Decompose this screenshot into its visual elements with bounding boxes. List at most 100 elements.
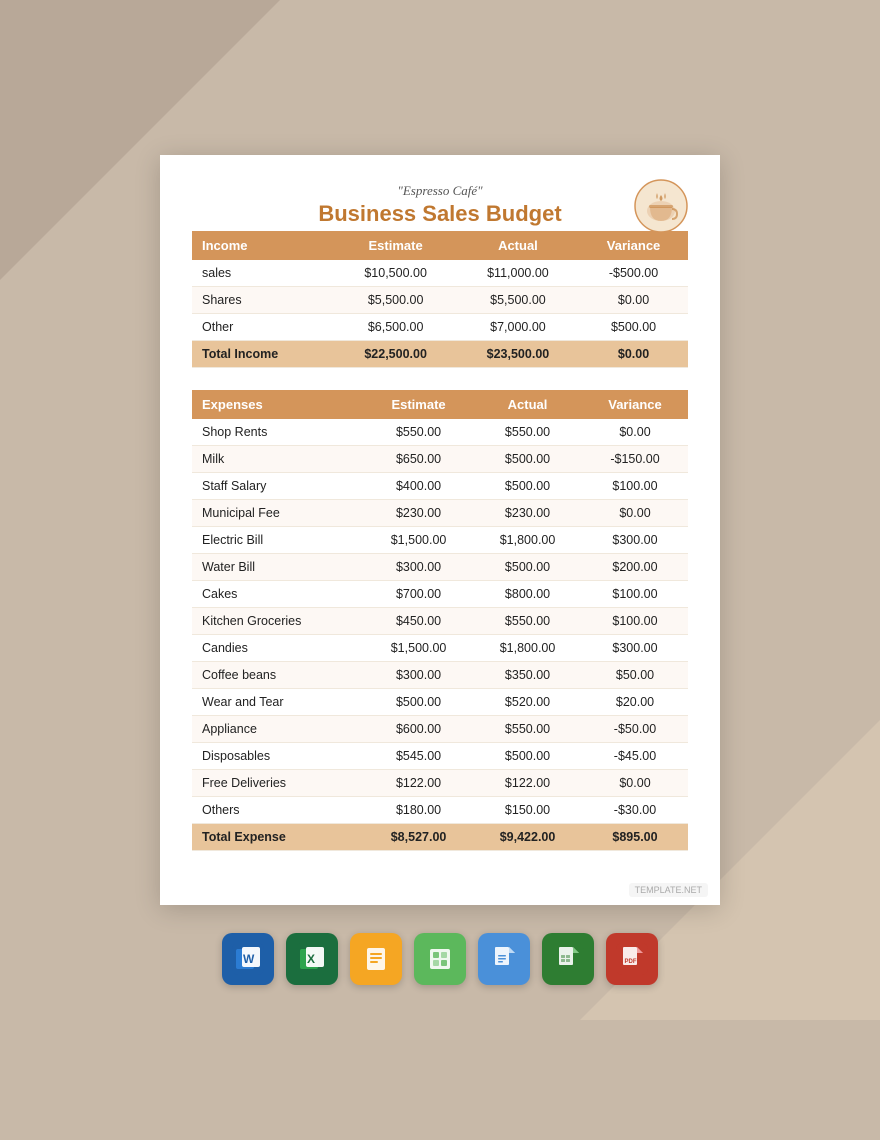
- expense-cell: $100.00: [582, 473, 688, 500]
- income-cell: -$500.00: [579, 260, 688, 287]
- expense-row: Appliance$600.00$550.00-$50.00: [192, 716, 688, 743]
- coffee-logo-icon: [634, 179, 688, 233]
- pages-icon[interactable]: [350, 933, 402, 985]
- income-cell: $6,500.00: [334, 314, 456, 341]
- expense-cell: $230.00: [364, 500, 473, 527]
- expense-cell: Candies: [192, 635, 364, 662]
- gsheets-icon-svg: [552, 943, 584, 975]
- expense-row: Cakes$700.00$800.00$100.00: [192, 581, 688, 608]
- svg-text:W: W: [243, 952, 255, 966]
- income-col-variance: Variance: [579, 231, 688, 260]
- pdf-icon[interactable]: PDF: [606, 933, 658, 985]
- income-row: sales$10,500.00$11,000.00-$500.00: [192, 260, 688, 287]
- income-total-cell: Total Income: [192, 341, 334, 368]
- expense-row: Coffee beans$300.00$350.00$50.00: [192, 662, 688, 689]
- gdocs-icon[interactable]: [478, 933, 530, 985]
- expense-total-cell: Total Expense: [192, 824, 364, 851]
- expense-cell: $550.00: [473, 608, 582, 635]
- expense-total-cell: $895.00: [582, 824, 688, 851]
- expense-cell: $100.00: [582, 608, 688, 635]
- expense-cell: $122.00: [364, 770, 473, 797]
- income-cell: Other: [192, 314, 334, 341]
- numbers-icon-svg: [424, 943, 456, 975]
- expense-cell: $500.00: [364, 689, 473, 716]
- expense-cell: $520.00: [473, 689, 582, 716]
- gdocs-icon-svg: [488, 943, 520, 975]
- expense-cell: $1,500.00: [364, 635, 473, 662]
- income-cell: $5,500.00: [334, 287, 456, 314]
- expense-row: Disposables$545.00$500.00-$45.00: [192, 743, 688, 770]
- expense-cell: Free Deliveries: [192, 770, 364, 797]
- expense-cell: $545.00: [364, 743, 473, 770]
- income-row: Other$6,500.00$7,000.00$500.00: [192, 314, 688, 341]
- numbers-icon[interactable]: [414, 933, 466, 985]
- document: "Espresso Café" Business Sales Budget In…: [160, 155, 720, 905]
- expense-cell: $100.00: [582, 581, 688, 608]
- expense-cell: $500.00: [473, 473, 582, 500]
- expense-cell: $350.00: [473, 662, 582, 689]
- expense-row: Wear and Tear$500.00$520.00$20.00: [192, 689, 688, 716]
- expense-cell: $0.00: [582, 500, 688, 527]
- expense-col-actual: Actual: [473, 390, 582, 419]
- income-cell: Shares: [192, 287, 334, 314]
- svg-text:PDF: PDF: [625, 959, 637, 965]
- income-total-row: Total Income$22,500.00$23,500.00$0.00: [192, 341, 688, 368]
- expense-cell: $300.00: [364, 662, 473, 689]
- pdf-icon-svg: PDF: [616, 943, 648, 975]
- expense-cell: $550.00: [364, 419, 473, 446]
- watermark-label: TEMPLATE.NET: [629, 883, 708, 897]
- expense-cell: Others: [192, 797, 364, 824]
- expense-cell: Disposables: [192, 743, 364, 770]
- cafe-name: "Espresso Café": [192, 183, 688, 199]
- income-col-income: Income: [192, 231, 334, 260]
- income-cell: $0.00: [579, 287, 688, 314]
- doc-header: "Espresso Café" Business Sales Budget: [192, 183, 688, 227]
- expense-row: Shop Rents$550.00$550.00$0.00: [192, 419, 688, 446]
- expense-cell: Municipal Fee: [192, 500, 364, 527]
- expense-cell: $450.00: [364, 608, 473, 635]
- expense-cell: $0.00: [582, 770, 688, 797]
- expense-total-cell: $8,527.00: [364, 824, 473, 851]
- expense-cell: $180.00: [364, 797, 473, 824]
- expense-cell: $0.00: [582, 419, 688, 446]
- expense-cell: Water Bill: [192, 554, 364, 581]
- icons-bar: W X: [222, 933, 658, 985]
- expense-cell: $50.00: [582, 662, 688, 689]
- income-total-cell: $0.00: [579, 341, 688, 368]
- expense-cell: $500.00: [473, 554, 582, 581]
- expense-row: Kitchen Groceries$450.00$550.00$100.00: [192, 608, 688, 635]
- svg-text:X: X: [307, 952, 315, 966]
- expense-row: Municipal Fee$230.00$230.00$0.00: [192, 500, 688, 527]
- expense-cell: Staff Salary: [192, 473, 364, 500]
- pages-icon-svg: [360, 943, 392, 975]
- expense-cell: $122.00: [473, 770, 582, 797]
- expense-row: Water Bill$300.00$500.00$200.00: [192, 554, 688, 581]
- word-icon-svg: W: [232, 943, 264, 975]
- gsheets-icon[interactable]: [542, 933, 594, 985]
- expense-cell: $700.00: [364, 581, 473, 608]
- expense-cell: Electric Bill: [192, 527, 364, 554]
- expense-cell: $500.00: [473, 446, 582, 473]
- expense-cell: $150.00: [473, 797, 582, 824]
- expense-cell: Cakes: [192, 581, 364, 608]
- expense-cell: -$50.00: [582, 716, 688, 743]
- expense-cell: $550.00: [473, 419, 582, 446]
- expense-cell: $300.00: [582, 635, 688, 662]
- word-icon[interactable]: W: [222, 933, 274, 985]
- expense-cell: -$150.00: [582, 446, 688, 473]
- excel-icon[interactable]: X: [286, 933, 338, 985]
- expense-cell: $1,500.00: [364, 527, 473, 554]
- expense-cell: $300.00: [582, 527, 688, 554]
- expense-col-expenses: Expenses: [192, 390, 364, 419]
- expense-total-row: Total Expense$8,527.00$9,422.00$895.00: [192, 824, 688, 851]
- expense-cell: $400.00: [364, 473, 473, 500]
- expense-cell: $800.00: [473, 581, 582, 608]
- income-cell: $500.00: [579, 314, 688, 341]
- income-row: Shares$5,500.00$5,500.00$0.00: [192, 287, 688, 314]
- header-center: "Espresso Café" Business Sales Budget: [192, 183, 688, 227]
- expense-cell: Milk: [192, 446, 364, 473]
- expense-row: Others$180.00$150.00-$30.00: [192, 797, 688, 824]
- expense-row: Milk$650.00$500.00-$150.00: [192, 446, 688, 473]
- expense-cell: $1,800.00: [473, 527, 582, 554]
- expense-cell: -$30.00: [582, 797, 688, 824]
